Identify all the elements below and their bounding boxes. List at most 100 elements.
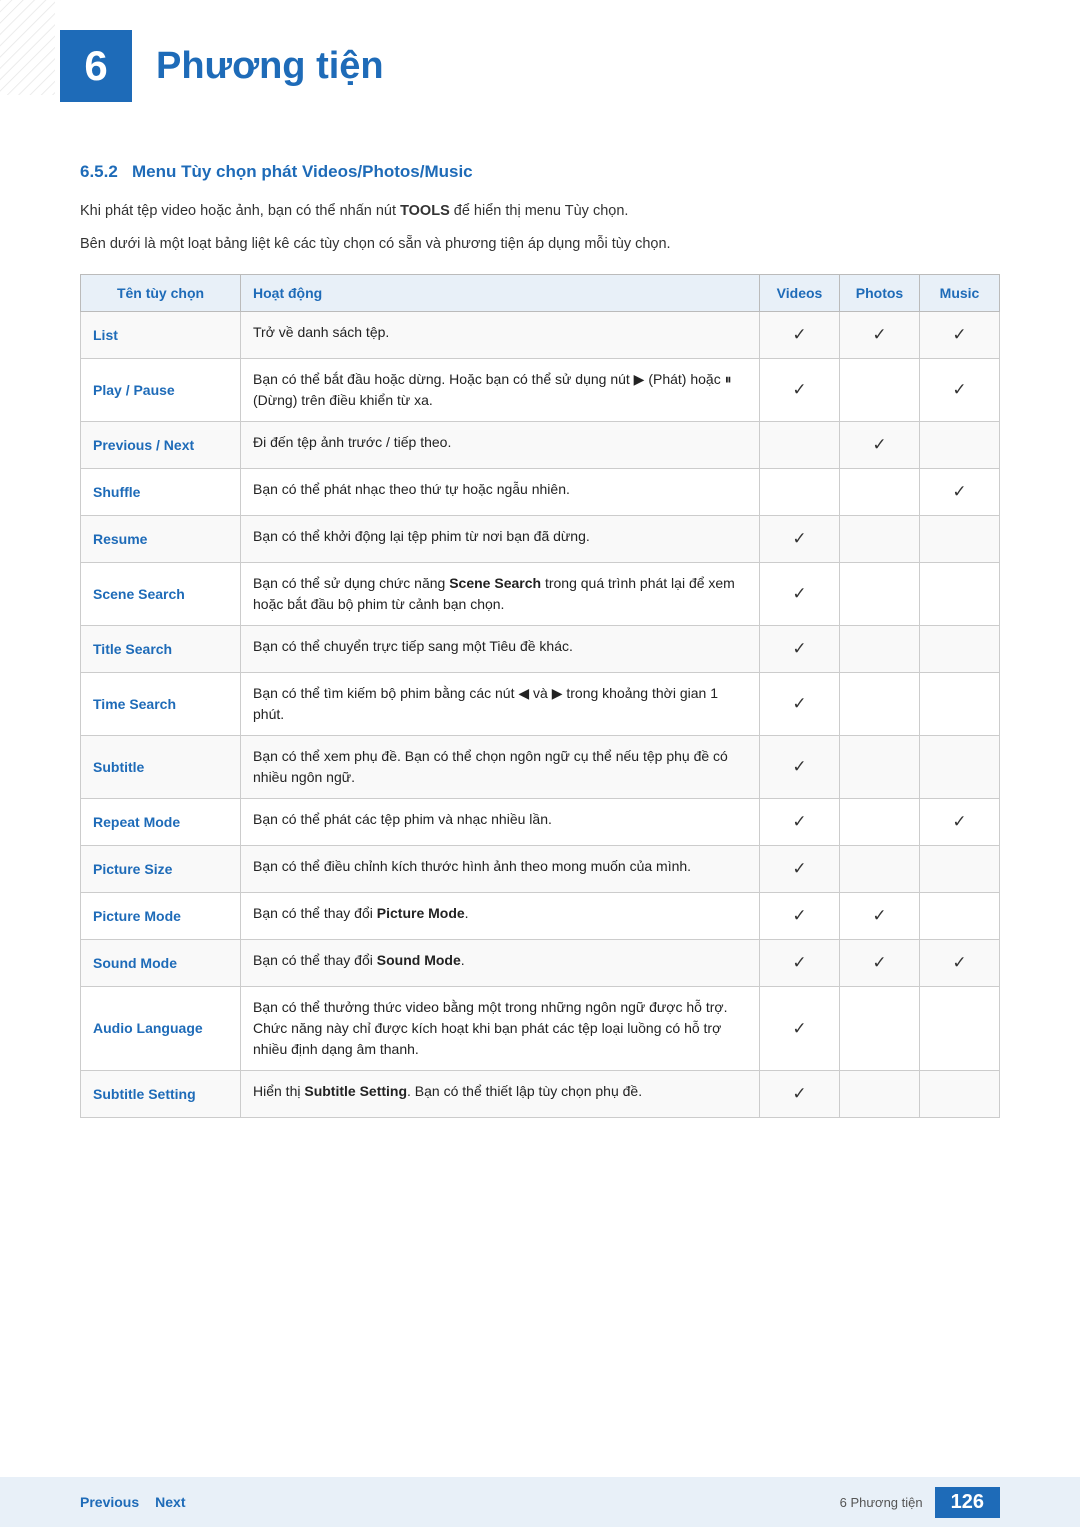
table-row: Play / PauseBạn có thể bắt đầu hoặc dừng…	[81, 359, 1000, 422]
photos-check	[840, 626, 920, 673]
next-button[interactable]: Next	[155, 1494, 185, 1510]
table-row: Audio LanguageBạn có thể thưởng thức vid…	[81, 987, 1000, 1071]
option-description: Bạn có thể tìm kiếm bộ phim bằng các nút…	[241, 673, 760, 736]
option-name: Audio Language	[81, 987, 241, 1071]
photos-check	[840, 846, 920, 893]
option-description: Bạn có thể xem phụ đề. Bạn có thể chọn n…	[241, 736, 760, 799]
footer-navigation: Previous Next	[80, 1494, 186, 1510]
chapter-title: Phương tiện	[156, 45, 384, 88]
footer-right: 6 Phương tiện 126	[840, 1487, 1000, 1518]
videos-check: ✓	[760, 359, 840, 422]
section-title: Menu Tùy chọn phát Videos/Photos/Music	[132, 162, 473, 181]
music-check: ✓	[920, 359, 1000, 422]
music-check	[920, 422, 1000, 469]
videos-check: ✓	[760, 987, 840, 1071]
table-row: ShuffleBạn có thể phát nhạc theo thứ tự …	[81, 469, 1000, 516]
videos-check: ✓	[760, 940, 840, 987]
videos-check	[760, 422, 840, 469]
photos-check: ✓	[840, 422, 920, 469]
videos-check: ✓	[760, 516, 840, 563]
videos-check	[760, 469, 840, 516]
photos-check: ✓	[840, 312, 920, 359]
photos-check	[840, 563, 920, 626]
photos-check: ✓	[840, 893, 920, 940]
photos-check	[840, 987, 920, 1071]
col-header-action: Hoạt động	[241, 275, 760, 312]
table-header-row: Tên tùy chọn Hoạt động Videos Photos Mus…	[81, 275, 1000, 312]
section-number: 6.5.2	[80, 162, 118, 181]
col-header-name: Tên tùy chọn	[81, 275, 241, 312]
chapter-number: 6	[84, 42, 107, 90]
option-description: Trở về danh sách tệp.	[241, 312, 760, 359]
option-description: Bạn có thể thay đổi Sound Mode.	[241, 940, 760, 987]
videos-check: ✓	[760, 799, 840, 846]
option-name: Subtitle Setting	[81, 1071, 241, 1118]
option-description: Bạn có thể điều chỉnh kích thước hình ản…	[241, 846, 760, 893]
col-header-music: Music	[920, 275, 1000, 312]
intro-line-2: Bên dưới là một loạt bảng liệt kê các tù…	[80, 233, 1000, 256]
photos-check	[840, 799, 920, 846]
videos-check: ✓	[760, 563, 840, 626]
option-description: Bạn có thể sử dụng chức năng Scene Searc…	[241, 563, 760, 626]
option-name: Shuffle	[81, 469, 241, 516]
intro-line-1: Khi phát tệp video hoặc ảnh, bạn có thể …	[80, 200, 1000, 223]
option-name: Picture Mode	[81, 893, 241, 940]
music-check	[920, 673, 1000, 736]
photos-check	[840, 359, 920, 422]
table-row: Scene SearchBạn có thể sử dụng chức năng…	[81, 563, 1000, 626]
option-description: Bạn có thể phát các tệp phim và nhạc nhi…	[241, 799, 760, 846]
table-row: ListTrở về danh sách tệp.✓✓✓	[81, 312, 1000, 359]
videos-check: ✓	[760, 736, 840, 799]
page-number: 126	[935, 1487, 1000, 1518]
table-row: Sound ModeBạn có thể thay đổi Sound Mode…	[81, 940, 1000, 987]
table-row: Subtitle SettingHiển thị Subtitle Settin…	[81, 1071, 1000, 1118]
music-check	[920, 893, 1000, 940]
videos-check: ✓	[760, 1071, 840, 1118]
option-name: Previous / Next	[81, 422, 241, 469]
option-name: Title Search	[81, 626, 241, 673]
videos-check: ✓	[760, 893, 840, 940]
chapter-badge: 6	[60, 30, 132, 102]
option-name: Repeat Mode	[81, 799, 241, 846]
option-description: Bạn có thể chuyển trực tiếp sang một Tiê…	[241, 626, 760, 673]
options-table: Tên tùy chọn Hoạt động Videos Photos Mus…	[80, 274, 1000, 1118]
music-check	[920, 516, 1000, 563]
option-description: Bạn có thể khởi động lại tệp phim từ nơi…	[241, 516, 760, 563]
videos-check: ✓	[760, 673, 840, 736]
music-check: ✓	[920, 312, 1000, 359]
music-check	[920, 846, 1000, 893]
option-name: Time Search	[81, 673, 241, 736]
music-check	[920, 563, 1000, 626]
option-description: Bạn có thể thay đổi Picture Mode.	[241, 893, 760, 940]
option-description: Đi đến tệp ảnh trước / tiếp theo.	[241, 422, 760, 469]
videos-check: ✓	[760, 846, 840, 893]
table-row: Picture ModeBạn có thể thay đổi Picture …	[81, 893, 1000, 940]
option-description: Bạn có thể bắt đầu hoặc dừng. Hoặc bạn c…	[241, 359, 760, 422]
music-check	[920, 1071, 1000, 1118]
previous-button[interactable]: Previous	[80, 1494, 139, 1510]
option-name: Scene Search	[81, 563, 241, 626]
section-heading: 6.5.2 Menu Tùy chọn phát Videos/Photos/M…	[80, 162, 1000, 182]
option-name: Sound Mode	[81, 940, 241, 987]
option-name: Play / Pause	[81, 359, 241, 422]
option-description: Bạn có thể thưởng thức video bằng một tr…	[241, 987, 760, 1071]
photos-check	[840, 673, 920, 736]
photos-check	[840, 516, 920, 563]
option-name: Resume	[81, 516, 241, 563]
table-row: Title SearchBạn có thể chuyển trực tiếp …	[81, 626, 1000, 673]
photos-check	[840, 469, 920, 516]
table-row: Picture SizeBạn có thể điều chỉnh kích t…	[81, 846, 1000, 893]
photos-check	[840, 736, 920, 799]
videos-check: ✓	[760, 626, 840, 673]
videos-check: ✓	[760, 312, 840, 359]
music-check: ✓	[920, 940, 1000, 987]
music-check	[920, 626, 1000, 673]
main-content: 6.5.2 Menu Tùy chọn phát Videos/Photos/M…	[0, 122, 1080, 1198]
option-description: Bạn có thể phát nhạc theo thứ tự hoặc ng…	[241, 469, 760, 516]
page-header: 6 Phương tiện	[0, 0, 1080, 122]
music-check: ✓	[920, 799, 1000, 846]
table-row: Repeat ModeBạn có thể phát các tệp phim …	[81, 799, 1000, 846]
footer-chapter-label: 6 Phương tiện	[840, 1495, 923, 1510]
col-header-photos: Photos	[840, 275, 920, 312]
option-name: List	[81, 312, 241, 359]
